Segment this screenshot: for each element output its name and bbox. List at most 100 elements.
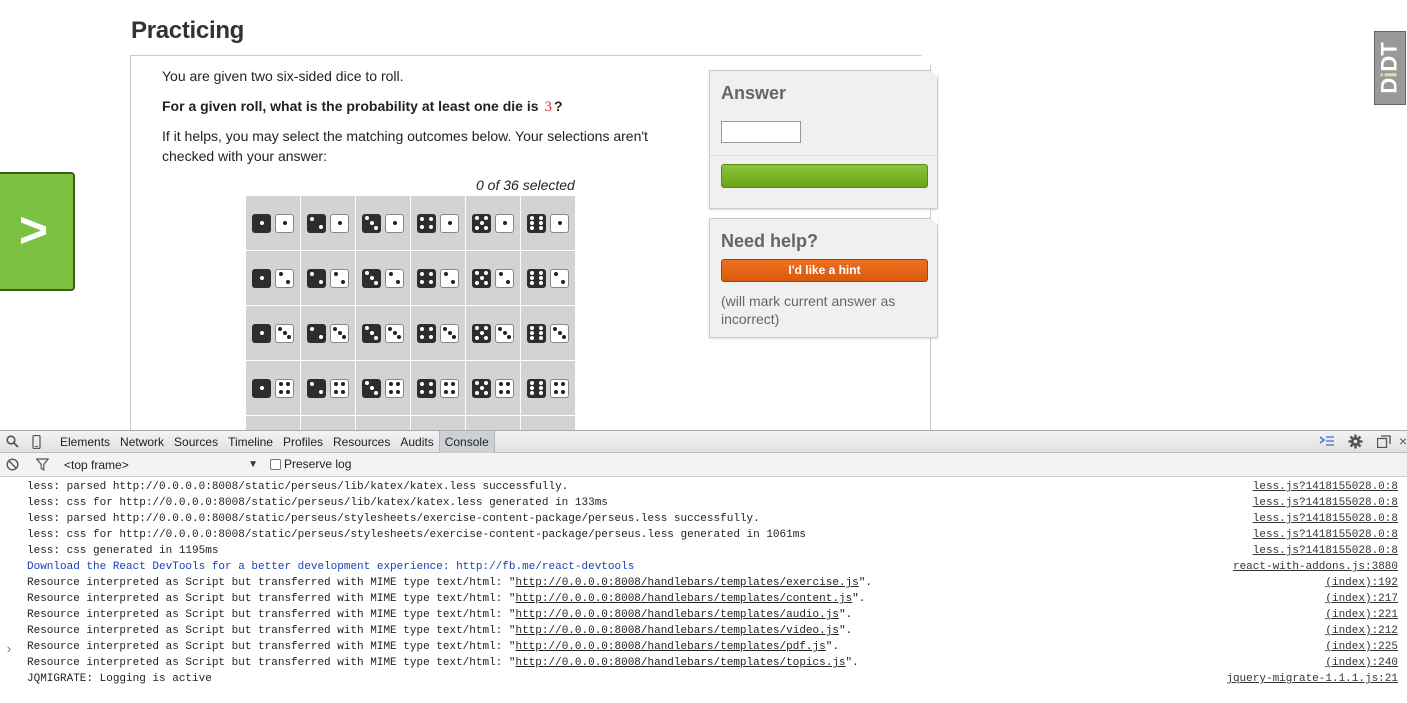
side-tab-widget[interactable]: DiDT	[1374, 31, 1406, 105]
console-row: less: css generated in 1195ms less.js?141…	[0, 543, 1407, 559]
console-source-link[interactable]: less.js?1418155028.0:8	[1253, 511, 1398, 527]
pip	[341, 382, 346, 387]
console-row: Download the React DevTools for a better…	[0, 559, 1407, 575]
dice-outcome-cell[interactable]	[411, 416, 465, 430]
console-link[interactable]: http://0.0.0.0:8008/handlebars/templates…	[515, 577, 858, 589]
console-row: Resource interpreted as Script but trans…	[0, 655, 1407, 671]
dice-outcome-cell[interactable]	[246, 361, 300, 415]
first-die-2	[307, 213, 326, 233]
tab-timeline[interactable]: Timeline	[223, 431, 278, 453]
pip	[428, 335, 433, 340]
clear-console-icon[interactable]	[6, 458, 19, 474]
dice-outcome-cell[interactable]	[301, 306, 355, 360]
close-icon[interactable]: ×	[1399, 434, 1407, 448]
console-source-link[interactable]: (index):192	[1325, 575, 1398, 591]
frame-select[interactable]: <top frame> ▼	[60, 456, 262, 474]
console-prompt[interactable]: ›	[5, 642, 13, 657]
dice-outcome-cell[interactable]	[301, 416, 355, 430]
pip	[333, 389, 338, 394]
filter-icon[interactable]	[35, 458, 50, 474]
console-drawer-icon[interactable]	[1319, 434, 1335, 451]
hint-button[interactable]: I'd like a hint	[721, 259, 928, 282]
console-source-link[interactable]: less.js?1418155028.0:8	[1253, 527, 1398, 543]
tab-network[interactable]: Network	[115, 431, 169, 453]
console-source-link[interactable]: (index):221	[1325, 607, 1398, 623]
pip	[474, 216, 479, 221]
tab-profiles[interactable]: Profiles	[278, 431, 328, 453]
dice-outcome-cell[interactable]	[301, 196, 355, 250]
dice-outcome-cell[interactable]	[521, 196, 575, 250]
dice-outcome-cell[interactable]	[356, 251, 410, 305]
pip	[388, 382, 393, 387]
dice-outcome-cell[interactable]	[466, 416, 520, 430]
dice-outcome-cell[interactable]	[246, 306, 300, 360]
first-die-2	[307, 268, 326, 288]
console-source-link[interactable]: (index):217	[1325, 591, 1398, 607]
tab-audits[interactable]: Audits	[395, 431, 438, 453]
dice-outcome-cell[interactable]	[246, 196, 300, 250]
answer-panel: Answer	[709, 70, 938, 209]
side-toggle-button[interactable]: >	[0, 172, 75, 291]
console-link[interactable]: http://fb.me/react-devtools	[456, 561, 634, 573]
dice-outcome-cell[interactable]	[466, 196, 520, 250]
dice-outcome-cell[interactable]	[466, 361, 520, 415]
tab-sources[interactable]: Sources	[169, 431, 223, 453]
dice-outcome-cell[interactable]	[301, 251, 355, 305]
console-source-link[interactable]: less.js?1418155028.0:8	[1253, 479, 1398, 495]
dock-side-icon[interactable]	[1376, 435, 1391, 451]
dice-outcome-cell[interactable]	[521, 251, 575, 305]
console-source-link[interactable]: (index):212	[1325, 623, 1398, 639]
pip	[278, 382, 283, 387]
pip	[369, 276, 374, 280]
console-link[interactable]: http://0.0.0.0:8008/handlebars/templates…	[515, 657, 845, 669]
dice-outcome-cell[interactable]	[356, 361, 410, 415]
tab-resources[interactable]: Resources	[328, 431, 395, 453]
console-row: less: parsed http://0.0.0.0:8008/static/…	[0, 511, 1407, 527]
dice-outcome-cell[interactable]	[411, 251, 465, 305]
console-source-link[interactable]: react-with-addons.js:3880	[1233, 559, 1398, 575]
answer-input[interactable]	[721, 121, 801, 143]
pip	[498, 272, 503, 277]
console-source-link[interactable]: (index):225	[1325, 639, 1398, 655]
console-source-link[interactable]: jquery-migrate-1.1.1.js:21	[1226, 671, 1398, 687]
pip	[530, 221, 535, 225]
dice-outcome-cell[interactable]	[411, 196, 465, 250]
pip	[447, 331, 452, 335]
pip	[396, 279, 401, 284]
dice-outcome-cell[interactable]	[411, 306, 465, 360]
console-link[interactable]: http://0.0.0.0:8008/handlebars/templates…	[515, 593, 852, 605]
pip	[553, 389, 558, 394]
console-link[interactable]: http://0.0.0.0:8008/handlebars/templates…	[515, 609, 838, 621]
console-link[interactable]: http://0.0.0.0:8008/handlebars/templates…	[515, 625, 838, 637]
device-mode-icon[interactable]	[32, 434, 41, 452]
side-tab-label-prefix: D	[1377, 77, 1402, 94]
dice-outcome-cell[interactable]	[466, 251, 520, 305]
dice-outcome-cell[interactable]	[356, 416, 410, 430]
console-source-link[interactable]: less.js?1418155028.0:8	[1253, 495, 1398, 511]
dice-outcome-cell[interactable]	[466, 306, 520, 360]
dice-outcome-cell[interactable]	[246, 251, 300, 305]
dice-outcome-cell[interactable]	[356, 306, 410, 360]
pip	[484, 271, 489, 276]
dice-outcome-cell[interactable]	[356, 196, 410, 250]
console-source-link[interactable]: less.js?1418155028.0:8	[1253, 543, 1398, 559]
check-answer-button[interactable]	[721, 164, 928, 188]
dice-outcome-cell[interactable]	[521, 361, 575, 415]
dice-outcome-cell[interactable]	[521, 416, 575, 430]
tab-console[interactable]: Console	[438, 431, 495, 453]
console-link[interactable]: http://0.0.0.0:8008/handlebars/templates…	[515, 641, 825, 653]
search-icon[interactable]	[6, 435, 19, 451]
console-source-link[interactable]: (index):240	[1325, 655, 1398, 671]
console-message: Download the React DevTools for a better…	[27, 559, 634, 575]
dice-outcome-cell[interactable]	[521, 306, 575, 360]
console-message: Resource interpreted as Script but trans…	[27, 623, 852, 639]
preserve-log-checkbox[interactable]: Preserve log	[270, 457, 351, 471]
dice-outcome-cell[interactable]	[246, 416, 300, 430]
dice-outcome-cell[interactable]	[301, 361, 355, 415]
pip	[451, 335, 456, 340]
gear-icon[interactable]	[1348, 434, 1363, 452]
tab-elements[interactable]: Elements	[55, 431, 115, 453]
dice-outcome-cell[interactable]	[411, 361, 465, 415]
first-die-2	[307, 378, 326, 398]
pip	[420, 335, 425, 340]
